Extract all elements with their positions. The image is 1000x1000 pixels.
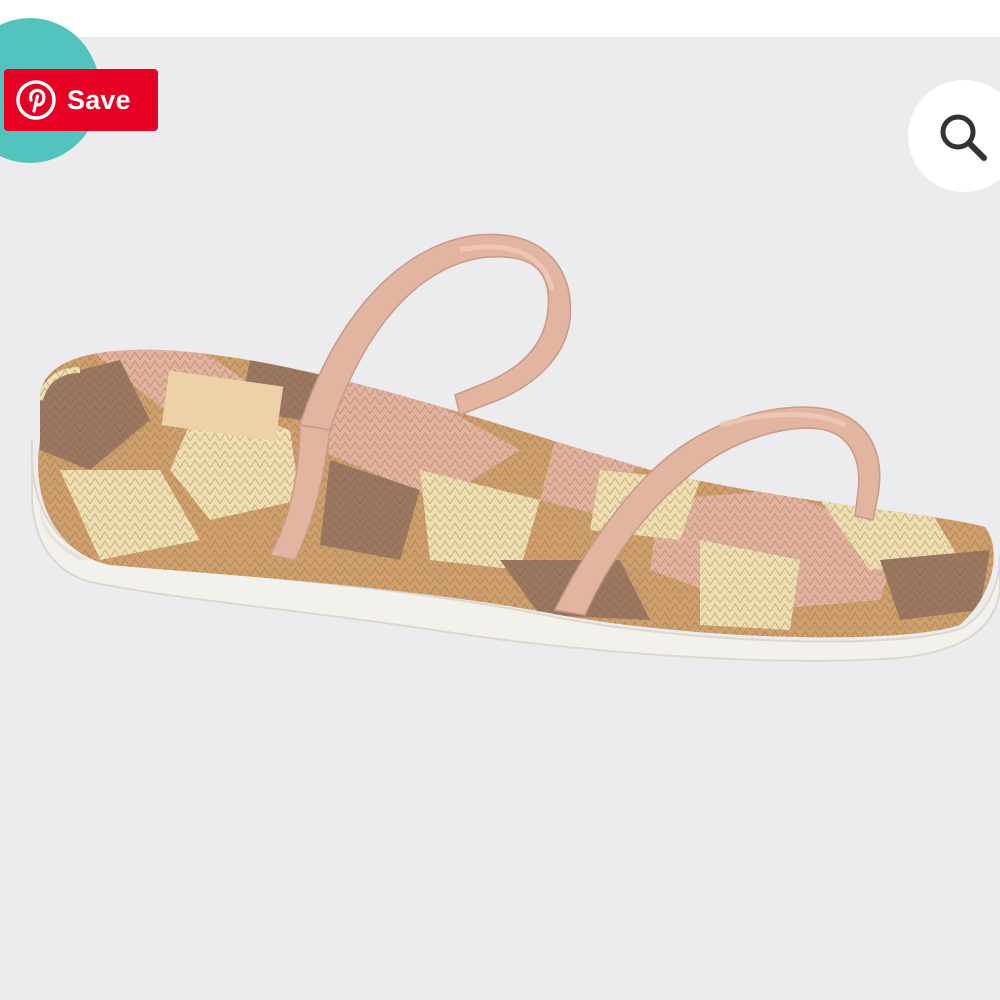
sandal-image <box>30 233 1000 662</box>
pinterest-logo-icon <box>16 80 56 120</box>
pinterest-save-button[interactable]: Save <box>4 69 158 131</box>
search-icon <box>940 114 987 161</box>
save-label: Save <box>67 84 131 115</box>
